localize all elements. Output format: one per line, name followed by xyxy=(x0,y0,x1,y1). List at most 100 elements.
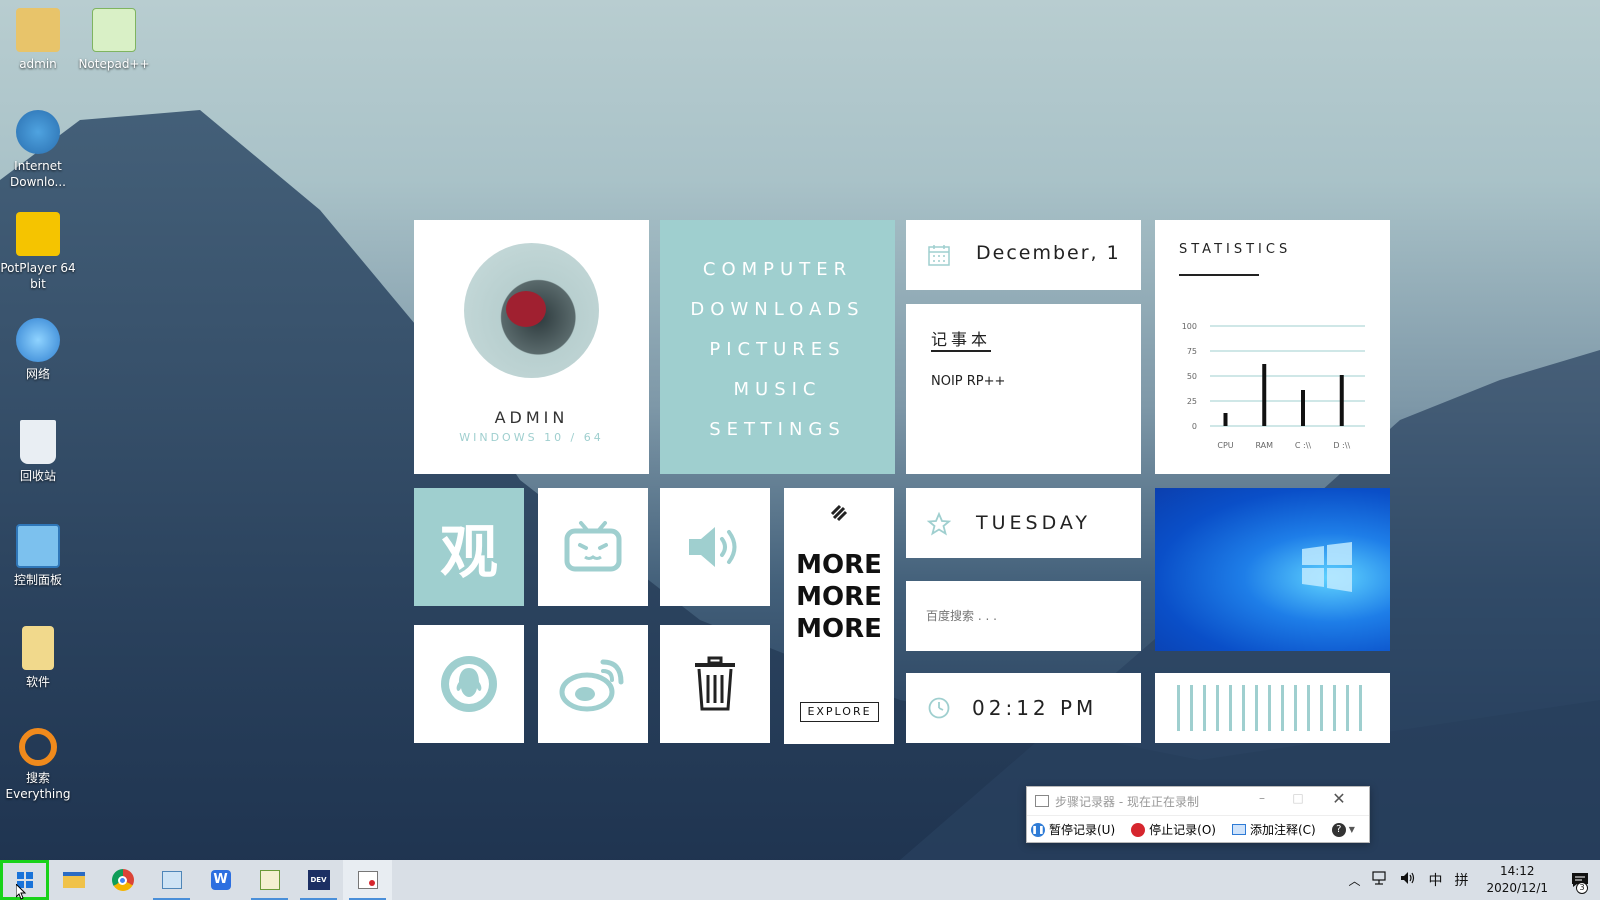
chart-x-tick-label: D :\\ xyxy=(1333,441,1350,450)
help-dropdown-button[interactable]: ? ▼ xyxy=(1331,822,1355,837)
stop-record-button[interactable]: 停止记录(O) xyxy=(1131,821,1216,838)
volume-tray-icon[interactable] xyxy=(1400,871,1416,889)
volume-app-tile[interactable] xyxy=(660,488,770,606)
time-tile: 02:12 PM xyxy=(906,673,1141,743)
desktop-icon-potplayer[interactable]: PotPlayer 64 bit xyxy=(0,212,76,292)
image-viewer-icon xyxy=(161,871,182,889)
desktop-icon-recycle-bin[interactable]: 回收站 xyxy=(0,420,76,484)
recycle-bin-icon xyxy=(20,420,56,464)
steps-recorder-titlebar[interactable]: 步骤记录器 - 现在正在录制 – □ ✕ xyxy=(1027,787,1369,815)
nav-pictures[interactable]: PICTURES xyxy=(660,330,895,370)
clock-icon xyxy=(928,697,950,719)
desktop-icon-network[interactable]: 网络 xyxy=(0,318,76,382)
chart-y-tick-label: 75 xyxy=(1187,347,1197,356)
taskbar-wps-writer[interactable]: W xyxy=(196,860,245,900)
taskbar-file-explorer[interactable] xyxy=(49,860,98,900)
striped-logo-icon xyxy=(830,504,848,522)
desktop-icon-idm[interactable]: Internet Downlo... xyxy=(0,110,76,190)
add-comment-label: 添加注释(C) xyxy=(1249,823,1316,837)
tray-overflow-chevron-icon[interactable]: ︿ xyxy=(1348,872,1360,889)
taskbar-chart-app[interactable] xyxy=(245,860,294,900)
more-tile: MORE MORE MORE EXPLORE xyxy=(784,488,894,744)
chart-bar xyxy=(1339,375,1344,426)
chrome-icon xyxy=(111,869,134,891)
explore-button[interactable]: EXPLORE xyxy=(800,702,879,722)
ime-language-indicator[interactable]: 中 xyxy=(1428,870,1442,890)
add-comment-button[interactable]: 添加注释(C) xyxy=(1231,821,1316,838)
trash-app-tile[interactable] xyxy=(660,625,770,743)
chart-bar xyxy=(1301,390,1305,426)
chart-x-tick-label: C :\\ xyxy=(1295,441,1312,450)
close-button[interactable]: ✕ xyxy=(1319,789,1359,808)
dev-cpp-icon: DEV xyxy=(307,870,330,890)
notepad-plus-icon xyxy=(92,8,136,52)
desktop-icon-notepadpp[interactable]: Notepad++ xyxy=(76,8,152,72)
chart-y-tick-label: 50 xyxy=(1187,372,1197,381)
guan-app-tile[interactable]: 观 xyxy=(414,488,524,606)
day-text: TUESDAY xyxy=(976,512,1092,534)
maximize-button[interactable]: □ xyxy=(1283,791,1313,805)
nav-downloads[interactable]: DOWNLOADS xyxy=(660,290,895,330)
taskbar-steps-recorder[interactable] xyxy=(343,860,392,900)
windows-wallpaper-tile[interactable] xyxy=(1155,488,1390,651)
statistics-chart: 0 25 50 75 100 CPU RAM C :\\ D :\\ xyxy=(1182,322,1365,450)
minimize-button[interactable]: – xyxy=(1247,791,1277,805)
search-input[interactable] xyxy=(926,605,1126,627)
user-folder-icon xyxy=(16,8,60,52)
pause-record-label: 暂停记录(U) xyxy=(1049,823,1116,837)
ime-mode-indicator[interactable]: 拼 xyxy=(1454,870,1468,890)
chart-app-icon xyxy=(259,870,280,890)
guan-app-icon: 观 xyxy=(439,518,498,586)
avatar xyxy=(464,243,599,378)
date-tile: December, 1 xyxy=(906,220,1141,290)
network-tray-icon[interactable] xyxy=(1372,871,1388,889)
nav-settings[interactable]: SETTINGS xyxy=(660,410,895,450)
wps-writer-icon: W xyxy=(210,870,231,890)
taskbar-chrome[interactable] xyxy=(98,860,147,900)
star-icon xyxy=(927,512,951,536)
folder-icon xyxy=(22,626,54,670)
chart-y-tick-label: 0 xyxy=(1192,422,1197,431)
bilibili-app-tile[interactable] xyxy=(538,488,648,606)
weibo-app-tile[interactable] xyxy=(538,625,648,743)
chart-y-tick-label: 100 xyxy=(1182,322,1197,331)
pause-record-button[interactable]: ❚❚ 暂停记录(U) xyxy=(1031,821,1115,838)
chart-y-tick-label: 25 xyxy=(1187,397,1197,406)
taskbar: W DEV ︿ 中 拼 14:12 2020/12/1 3 xyxy=(0,860,1600,900)
pause-icon: ❚❚ xyxy=(1031,822,1045,837)
taskbar-dev-cpp[interactable]: DEV xyxy=(294,860,343,900)
statistics-tile: STATISTICS 0 25 50 75 100 CPU RAM C :\\ D :\\ xyxy=(1155,220,1390,474)
nav-music[interactable]: MUSIC xyxy=(660,370,895,410)
barcode-tile xyxy=(1155,673,1390,743)
control-panel-icon xyxy=(16,524,60,568)
chart-x-tick-label: RAM xyxy=(1255,441,1273,450)
potplayer-icon xyxy=(16,212,60,256)
profile-tile[interactable]: ADMIN WINDOWS 10 / 64 xyxy=(414,220,649,474)
notepad-tile[interactable]: 记事本 NOIP RP++ xyxy=(906,304,1141,474)
search-tile xyxy=(906,581,1141,651)
nav-tile: COMPUTER DOWNLOADS PICTURES MUSIC SETTIN… xyxy=(660,220,895,474)
notepad-content: NOIP RP++ xyxy=(931,374,1006,389)
file-explorer-icon xyxy=(62,872,85,888)
desktop-icon-admin[interactable]: admin xyxy=(0,8,76,72)
desktop-icon-everything[interactable]: 搜索 Everything xyxy=(0,728,76,802)
more-line-3: MORE xyxy=(796,614,882,644)
taskbar-app-viewer[interactable] xyxy=(147,860,196,900)
chart-bar xyxy=(1223,413,1228,426)
desktop-icon-control-panel[interactable]: 控制面板 xyxy=(0,524,76,588)
notepad-title-underline xyxy=(931,350,991,352)
chart-x-tick-label: CPU xyxy=(1217,441,1233,450)
nav-computer[interactable]: COMPUTER xyxy=(660,250,895,290)
comment-icon xyxy=(1231,824,1246,835)
steps-recorder-app-icon xyxy=(1035,795,1049,807)
action-center-button[interactable]: 3 xyxy=(1560,860,1600,900)
statistics-title: STATISTICS xyxy=(1179,242,1292,257)
calendar-icon xyxy=(928,245,950,266)
steps-recorder-window[interactable]: 步骤记录器 - 现在正在录制 – □ ✕ ❚❚ 暂停记录(U) 停止记录(O) … xyxy=(1026,786,1370,843)
desktop-icon-software[interactable]: 软件 xyxy=(0,626,76,690)
stop-record-label: 停止记录(O) xyxy=(1149,823,1216,837)
chevron-down-icon: ▼ xyxy=(1348,825,1355,834)
qq-app-tile[interactable] xyxy=(414,625,524,743)
help-icon: ? xyxy=(1331,822,1346,837)
tray-clock[interactable]: 14:12 2020/12/1 xyxy=(1486,863,1548,897)
